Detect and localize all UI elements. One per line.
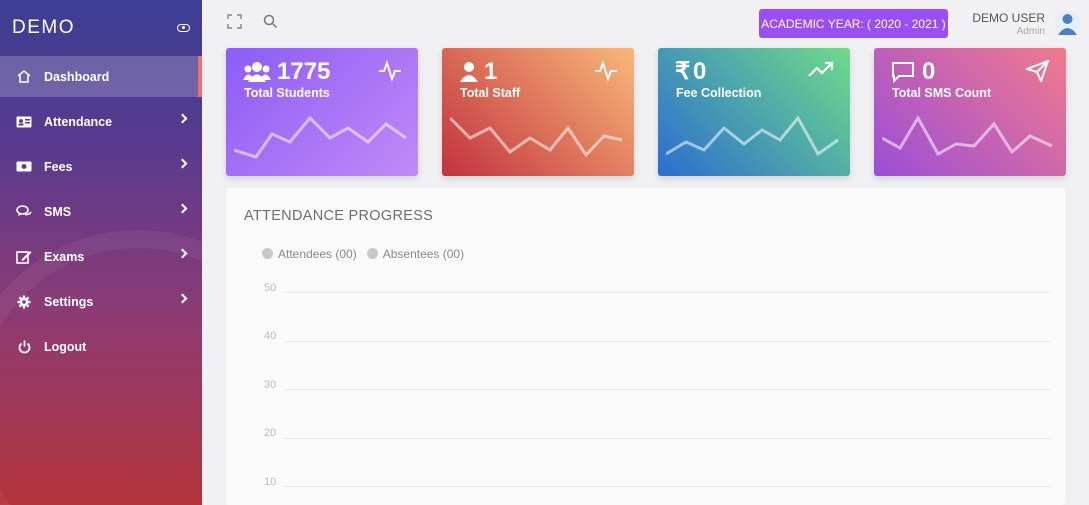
stat-label: Total Students — [244, 86, 330, 100]
y-tick-label: 30 — [264, 379, 277, 391]
grid-line — [284, 486, 1051, 487]
y-tick-label: 50 — [264, 282, 277, 294]
sidebar-item-label: Dashboard — [44, 69, 110, 84]
academic-year-button[interactable]: ACADEMIC YEAR: ( 2020 - 2021 ) — [759, 9, 948, 38]
message-icon — [891, 61, 915, 88]
brand-name: DEMO — [12, 17, 75, 38]
stat-card-sms[interactable]: 0 Total SMS Count — [874, 48, 1066, 176]
send-icon — [1023, 59, 1050, 87]
sidebar-item-label: Logout — [44, 339, 87, 354]
stat-value: 1 — [484, 58, 498, 85]
user-info[interactable]: DEMO USER Admin — [972, 11, 1045, 37]
sidebar-item-label: Exams — [44, 249, 85, 264]
attendance-panel: ATTENDANCE PROGRESS Attendees (00) Absen… — [226, 188, 1065, 505]
sidebar: DEMO Dashboard Attendance Fees SMS Exams — [0, 0, 202, 505]
y-tick-label: 40 — [264, 330, 277, 342]
sidebar-item-exams[interactable]: Exams — [0, 236, 202, 277]
chevron-right-icon — [177, 113, 188, 124]
user-icon — [459, 61, 479, 88]
sidebar-item-label: SMS — [44, 204, 72, 219]
sparkline-chart — [882, 115, 1053, 157]
y-tick-label: 20 — [264, 427, 277, 439]
stat-card-students[interactable]: 1775 Total Students — [226, 48, 418, 176]
sparkline-chart — [234, 115, 407, 159]
user-name: DEMO USER — [972, 11, 1045, 25]
legend-item-attendees[interactable]: Attendees (00) — [262, 247, 357, 261]
legend-label: Absentees (00) — [382, 247, 465, 261]
pulse-icon — [594, 59, 618, 87]
chevron-right-icon — [177, 293, 188, 304]
grid-line — [284, 341, 1051, 342]
stat-value: 0 — [693, 58, 707, 85]
pulse-icon — [378, 59, 402, 87]
y-tick-label: 10 — [264, 476, 277, 488]
fullscreen-icon[interactable] — [227, 14, 243, 30]
sidebar-item-label: Fees — [44, 159, 73, 174]
chevron-right-icon — [177, 248, 188, 259]
stat-card-staff[interactable]: 1 Total Staff — [442, 48, 634, 176]
sidebar-item-sms[interactable]: SMS — [0, 191, 202, 232]
grid-line — [284, 292, 1051, 293]
stat-value: 1775 — [277, 58, 331, 85]
chart-legend: Attendees (00) Absentees (00) — [262, 247, 464, 261]
gear-icon — [16, 295, 32, 309]
rupee-icon: ₹ — [675, 58, 691, 85]
sidebar-item-attendance[interactable]: Attendance — [0, 101, 202, 142]
stat-label: Total Staff — [460, 86, 521, 100]
avatar[interactable] — [1054, 9, 1081, 38]
legend-label: Attendees (00) — [278, 247, 357, 261]
stat-label: Fee Collection — [676, 86, 762, 100]
legend-item-absentees[interactable]: Absentees (00) — [366, 247, 465, 261]
sparkline-chart — [450, 116, 623, 158]
grid-line — [284, 389, 1051, 390]
id-card-icon — [16, 115, 32, 129]
sidebar-item-dashboard[interactable]: Dashboard — [0, 56, 202, 97]
sidebar-item-logout[interactable]: Logout — [0, 326, 202, 367]
legend-dot — [262, 248, 273, 259]
user-role: Admin — [1016, 26, 1045, 37]
chat-icon — [16, 205, 32, 219]
home-icon — [16, 70, 32, 84]
legend-dot — [366, 248, 378, 259]
stat-card-fees[interactable]: ₹ 0 Fee Collection — [658, 48, 850, 176]
stat-value: 0 — [922, 58, 936, 85]
sidebar-item-fees[interactable]: Fees — [0, 146, 202, 187]
grid-line — [284, 438, 1051, 439]
sidebar-item-label: Attendance — [44, 114, 113, 129]
search-icon[interactable] — [263, 14, 279, 30]
edit-icon — [16, 250, 32, 264]
chevron-right-icon — [177, 158, 188, 169]
users-icon — [243, 61, 271, 88]
money-icon — [16, 160, 32, 174]
sparkline-chart — [666, 115, 839, 157]
sidebar-item-label: Settings — [44, 294, 94, 309]
chevron-right-icon — [177, 203, 188, 214]
stat-label: Total SMS Count — [892, 86, 992, 100]
eye-toggle-icon[interactable] — [177, 24, 190, 32]
sidebar-item-settings[interactable]: Settings — [0, 281, 202, 322]
top-bar: ACADEMIC YEAR: ( 2020 - 2021 ) DEMO USER… — [202, 0, 1089, 46]
trending-up-icon — [808, 60, 834, 85]
brand-header: DEMO — [0, 0, 202, 56]
panel-title: ATTENDANCE PROGRESS — [244, 208, 434, 224]
power-icon — [16, 340, 32, 354]
